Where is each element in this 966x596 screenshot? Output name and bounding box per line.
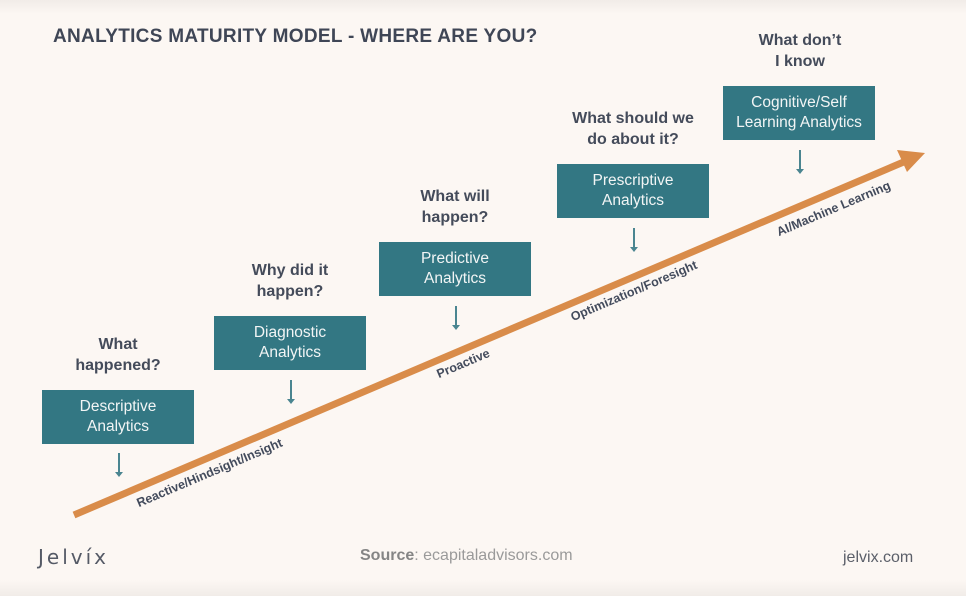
- box-label-line: Analytics: [86, 418, 150, 435]
- box-predictive-analytics: Predictive Analytics: [379, 242, 531, 296]
- jelvix-logo: Jelvíx: [38, 545, 109, 569]
- box-label-line: Analytics: [258, 344, 322, 361]
- question-cognitive: What don’t I know: [740, 30, 860, 72]
- question-line: What should we: [572, 110, 694, 127]
- question-line: What don’t: [758, 32, 842, 49]
- box-label-line: Descriptive: [79, 398, 157, 415]
- question-line: Why did it: [251, 262, 329, 279]
- question-line: What: [98, 336, 138, 353]
- question-line: happened?: [75, 357, 161, 374]
- source-credit: Source: ecapitaladvisors.com: [360, 547, 573, 565]
- question-prescriptive: What should we do about it?: [558, 108, 708, 150]
- box-prescriptive-analytics: Prescriptive Analytics: [557, 164, 709, 218]
- down-arrow-icon: [115, 453, 123, 477]
- down-arrow-icon: [796, 150, 804, 174]
- question-line: do about it?: [587, 131, 679, 148]
- question-line: happen?: [256, 283, 324, 300]
- question-line: What will: [420, 188, 490, 205]
- question-line: happen?: [421, 209, 489, 226]
- question-diagnostic: Why did it happen?: [230, 260, 350, 302]
- source-value: : ecapitaladvisors.com: [414, 547, 573, 564]
- site-url: jelvix.com: [843, 549, 914, 566]
- box-descriptive-analytics: Descriptive Analytics: [42, 390, 194, 444]
- box-label-line: Learning Analytics: [736, 114, 862, 131]
- question-line: I know: [775, 53, 825, 70]
- box-diagnostic-analytics: Diagnostic Analytics: [214, 316, 366, 370]
- box-label-line: Predictive: [420, 250, 490, 267]
- box-label-line: Cognitive/Self: [751, 94, 847, 111]
- box-label-line: Analytics: [601, 192, 665, 209]
- down-arrow-icon: [630, 228, 638, 252]
- down-arrow-icon: [287, 380, 295, 404]
- down-arrow-icon: [452, 306, 460, 330]
- question-descriptive: What happened?: [58, 334, 178, 376]
- box-label-line: Analytics: [423, 270, 487, 287]
- source-label: Source: [360, 547, 415, 564]
- question-predictive: What will happen?: [395, 186, 515, 228]
- box-cognitive-self-learning-analytics: Cognitive/Self Learning Analytics: [723, 86, 875, 140]
- box-label-line: Prescriptive: [592, 172, 674, 189]
- box-label-line: Diagnostic: [253, 324, 327, 341]
